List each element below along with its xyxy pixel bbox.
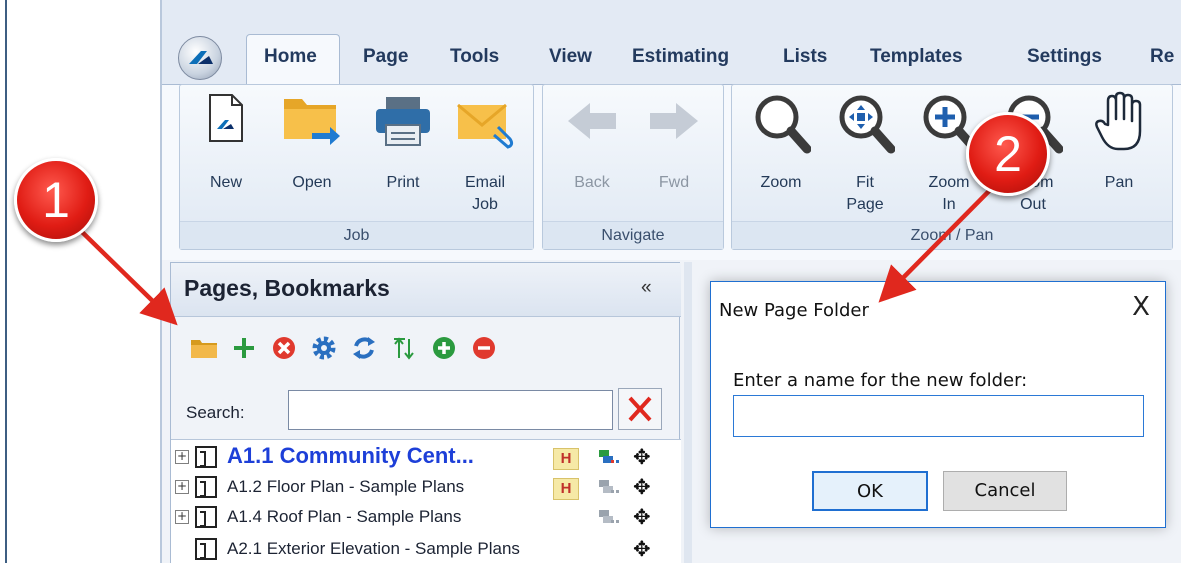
dialog-close-button[interactable]: X (1123, 290, 1159, 326)
forward-arrow-icon (650, 103, 698, 139)
email-job-label: Job (472, 196, 498, 213)
pages-tree: + A1.1 Community Cent... H ✥ + A1.2 Floo… (171, 439, 681, 563)
panel-splitter[interactable] (684, 262, 692, 563)
page-label: A1.2 Floor Plan - Sample Plans (227, 477, 465, 496)
tree-row[interactable]: A2.1 Exterior Elevation - Sample Plans ✥ (171, 534, 681, 563)
new-folder-icon[interactable] (189, 333, 219, 363)
printer-icon (376, 97, 430, 146)
ribbon-group-navigate: Back Fwd Navigate (542, 84, 724, 250)
email-icon (457, 103, 514, 149)
folder-name-input[interactable] (733, 395, 1144, 437)
sort-icon[interactable] (389, 333, 419, 363)
page-label: A1.1 Community Cent... (227, 443, 474, 468)
move-icon[interactable]: ✥ (633, 505, 651, 529)
pages-bookmarks-panel: Pages, Bookmarks « Search: + A1.1 Commun… (170, 262, 681, 563)
hand-pan-icon (1095, 91, 1142, 151)
group-label-zoom-pan: Zoom / Pan (732, 221, 1172, 249)
tab-estimating[interactable]: Estimating (632, 46, 729, 68)
open-folder-icon (284, 99, 340, 145)
group-label-job: Job (180, 221, 533, 249)
expand-toggle[interactable]: + (175, 480, 189, 494)
magnifier-icon (755, 95, 811, 154)
panel-toolbar (171, 321, 681, 373)
clear-search-button[interactable] (618, 388, 662, 430)
panel-header: Pages, Bookmarks « (171, 263, 681, 317)
layers-icon (599, 480, 619, 493)
ok-button[interactable]: OK (812, 471, 928, 511)
page-icon (195, 476, 217, 498)
tab-settings[interactable]: Settings (1027, 46, 1102, 68)
collapse-panel-button[interactable]: « (641, 277, 652, 299)
app-logo-icon (189, 51, 213, 64)
highlight-marker: H (553, 478, 579, 500)
move-icon[interactable]: ✥ (633, 475, 651, 499)
tab-tools[interactable]: Tools (450, 46, 499, 68)
move-icon[interactable]: ✥ (633, 445, 651, 469)
add-icon[interactable] (229, 333, 259, 363)
application-menu-button[interactable] (178, 36, 222, 80)
email-label: Email (464, 174, 505, 191)
delete-icon[interactable] (269, 333, 299, 363)
page-label: A1.4 Roof Plan - Sample Plans (227, 507, 462, 526)
new-document-icon (209, 94, 243, 142)
search-label: Search: (186, 403, 245, 422)
fwd-label: Fwd (658, 174, 690, 191)
highlight-marker: H (553, 448, 579, 470)
properties-gear-icon[interactable] (309, 333, 339, 363)
tab-home[interactable]: Home (246, 34, 340, 86)
fit-page-icon (839, 95, 895, 154)
group-label-navigate: Navigate (543, 221, 723, 249)
tree-row[interactable]: + A1.1 Community Cent... H ✥ (171, 442, 681, 472)
zoom-out-label-2: Out (1020, 196, 1046, 213)
layers-icon (599, 450, 619, 463)
search-input[interactable] (288, 390, 613, 430)
expand-toggle[interactable]: + (175, 450, 189, 464)
callout-badge-1: 1 (14, 158, 98, 242)
move-icon[interactable]: ✥ (633, 537, 651, 561)
panel-title: Pages, Bookmarks (184, 275, 390, 301)
dialog-title: New Page Folder (719, 300, 869, 321)
tree-row[interactable]: + A1.4 Roof Plan - Sample Plans ✥ (171, 502, 681, 532)
tab-reports[interactable]: Re (1150, 46, 1174, 68)
cancel-button[interactable]: Cancel (943, 471, 1067, 511)
ribbon-tab-bar: Home Page Tools View Estimating Lists Te… (162, 0, 1181, 86)
layers-icon (599, 510, 619, 523)
expand-all-icon[interactable] (429, 333, 459, 363)
tab-page[interactable]: Page (363, 46, 408, 68)
dialog-prompt: Enter a name for the new folder: (733, 370, 1028, 391)
clear-x-icon (628, 396, 652, 422)
expand-toggle[interactable]: + (175, 510, 189, 524)
collapse-all-icon[interactable] (469, 333, 499, 363)
back-arrow-icon (568, 103, 616, 139)
page-label: A2.1 Exterior Elevation - Sample Plans (227, 539, 520, 558)
page-icon (195, 506, 217, 528)
tab-view[interactable]: View (549, 46, 592, 68)
pan-label: Pan (1104, 174, 1134, 191)
tab-lists[interactable]: Lists (783, 46, 827, 68)
tab-templates[interactable]: Templates (870, 46, 963, 68)
ribbon-group-job: New Open Print Email Job Job (179, 84, 534, 250)
refresh-icon[interactable] (349, 333, 379, 363)
ribbon-group-zoom-pan: Zoom Fit Page Zoom In Out Pan Zoom / Pan (731, 84, 1173, 250)
page-icon (195, 446, 217, 468)
new-page-folder-dialog: New Page Folder X Enter a name for the n… (710, 281, 1166, 528)
callout-badge-2: 2 (966, 112, 1050, 196)
open-label: Open (292, 174, 332, 191)
page-icon (195, 538, 217, 560)
tree-row[interactable]: + A1.2 Floor Plan - Sample Plans H ✥ (171, 472, 681, 502)
